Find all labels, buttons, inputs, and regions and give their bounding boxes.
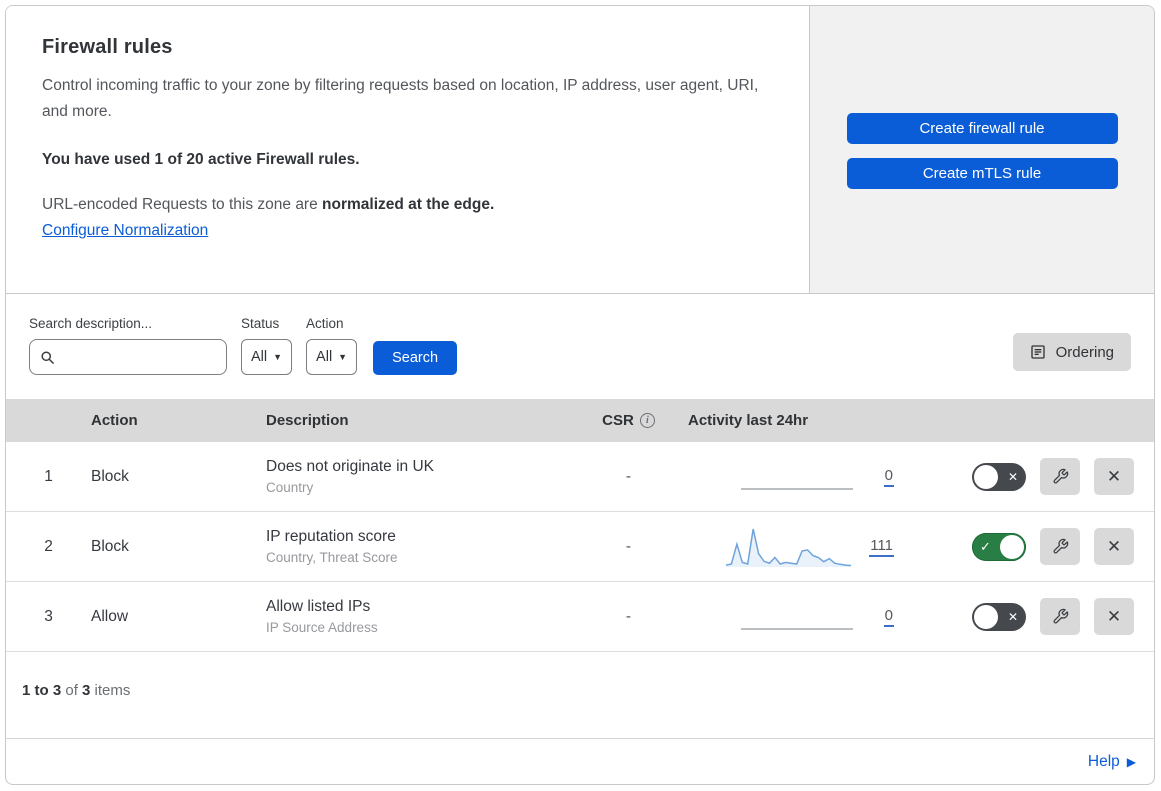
toggle-x-icon: ✕ [1007,469,1018,484]
delete-rule-button[interactable]: ✕ [1094,528,1134,565]
edit-rule-button[interactable] [1040,458,1080,495]
configure-normalization-link[interactable]: Configure Normalization [42,222,208,240]
pagination-status: 1 to 3 of 3 items [6,652,1154,721]
rule-controls: ✕ ✕ [906,458,1154,495]
toggle-knob [974,604,998,629]
close-icon: ✕ [1106,466,1122,486]
pagination-of: of [61,682,83,699]
pagination-items: items [90,682,131,699]
ordering-list-icon [1030,344,1046,360]
table-header: Action Description CSR i Activity last 2… [6,399,1154,442]
rule-action: Block [91,537,129,555]
action-label: Action [306,316,344,331]
search-label: Search description... [29,316,153,331]
normalization-prefix: URL-encoded Requests to this zone are [42,196,323,214]
table-row: 2 Block IP reputation score Country, Thr… [6,512,1154,582]
filter-bar: Search description... Status All ▼ Actio… [6,294,1154,399]
action-dropdown[interactable]: All ▼ [306,339,358,375]
chevron-down-icon: ▼ [273,352,283,362]
rule-activity-cell: 0 [676,455,906,499]
rule-csr: - [625,537,632,555]
info-icon[interactable]: i [639,413,655,428]
rule-activity-cell: 0 [676,595,906,639]
arrow-right-icon: ▶ [1126,754,1136,769]
status-dropdown[interactable]: All ▼ [241,339,293,375]
rule-criteria: Country [266,480,314,495]
rule-priority: 3 [44,607,53,625]
toggle-knob [1000,534,1024,559]
search-icon [40,350,55,365]
toggle-check-icon: ✓ [980,538,991,554]
activity-count-link[interactable]: 111 [869,537,894,557]
firewall-rules-panel: Firewall rules Control incoming traffic … [5,5,1155,785]
close-icon: ✕ [1106,606,1122,626]
delete-rule-button[interactable]: ✕ [1094,458,1134,495]
chevron-down-icon: ▼ [338,352,348,362]
intro-block: Firewall rules Control incoming traffic … [6,6,809,293]
status-label: Status [241,316,280,331]
column-description: Description [266,412,349,429]
search-button[interactable]: Search [373,341,458,375]
create-firewall-rule-button[interactable]: Create firewall rule [846,113,1118,144]
rule-description: IP reputation score [266,528,396,545]
enable-toggle[interactable]: ✕ [972,462,1026,491]
ordering-button-label: Ordering [1055,343,1114,361]
action-dropdown-value: All [316,349,333,365]
enable-toggle[interactable]: ✕ [972,602,1026,631]
ordering-button[interactable]: Ordering [1012,333,1131,371]
column-csr-label: CSR [602,412,634,429]
normalization-line: URL-encoded Requests to this zone are no… [42,196,769,214]
rule-description-cell: Does not originate in UK Country [266,458,581,495]
rule-csr: - [625,607,632,625]
help-link-label: Help [1087,752,1120,770]
rule-action: Block [91,467,129,485]
activity-count-link[interactable]: 0 [883,607,894,627]
activity-flatline [740,595,866,639]
activity-count-link[interactable]: 0 [883,467,894,487]
wrench-icon [1052,608,1069,625]
help-footer: Help ▶ [6,738,1154,784]
table-row: 1 Block Does not originate in UK Country… [6,442,1154,512]
help-link[interactable]: Help ▶ [1088,753,1136,771]
pagination-range: 1 to 3 [22,682,62,699]
wrench-icon [1052,468,1069,485]
delete-rule-button[interactable]: ✕ [1094,598,1134,635]
rule-criteria: IP Source Address [266,620,378,635]
toggle-x-icon: ✕ [1007,609,1018,624]
rule-action: Allow [91,607,129,625]
edit-rule-button[interactable] [1040,528,1080,565]
table-row: 3 Allow Allow listed IPs IP Source Addre… [6,582,1154,652]
rule-activity-cell: 111 [676,525,906,569]
top-section: Firewall rules Control incoming traffic … [6,6,1154,294]
wrench-icon [1052,538,1069,555]
create-mtls-rule-button[interactable]: Create mTLS rule [846,158,1118,189]
column-csr: CSR i [581,412,676,429]
rule-priority: 1 [44,467,53,485]
rule-description: Allow listed IPs [266,598,371,615]
rule-priority: 2 [44,537,53,555]
rule-csr: - [625,467,632,485]
column-activity: Activity last 24hr [688,412,809,429]
enable-toggle[interactable]: ✓ [972,532,1026,561]
column-action: Action [91,412,138,429]
rule-controls: ✓ ✕ [906,528,1154,565]
usage-line: You have used 1 of 20 active Firewall ru… [42,151,360,169]
search-box[interactable] [29,339,242,375]
edit-rule-button[interactable] [1040,598,1080,635]
normalization-bold: normalized at the edge. [322,196,495,214]
page-title: Firewall rules [42,36,173,58]
rule-description: Does not originate in UK [266,458,435,475]
rule-controls: ✕ ✕ [906,598,1154,635]
close-icon: ✕ [1106,536,1122,556]
toggle-knob [974,464,998,489]
search-input[interactable] [61,349,242,365]
activity-flatline [740,455,866,499]
rule-criteria: Country, Threat Score [266,550,398,565]
status-dropdown-value: All [251,349,268,365]
rule-description-cell: IP reputation score Country, Threat Scor… [266,528,581,565]
page-description: Control incoming traffic to your zone by… [42,77,759,120]
action-panel: Create firewall rule Create mTLS rule [809,6,1154,293]
rule-description-cell: Allow listed IPs IP Source Address [266,598,581,635]
activity-sparkline [726,525,852,569]
